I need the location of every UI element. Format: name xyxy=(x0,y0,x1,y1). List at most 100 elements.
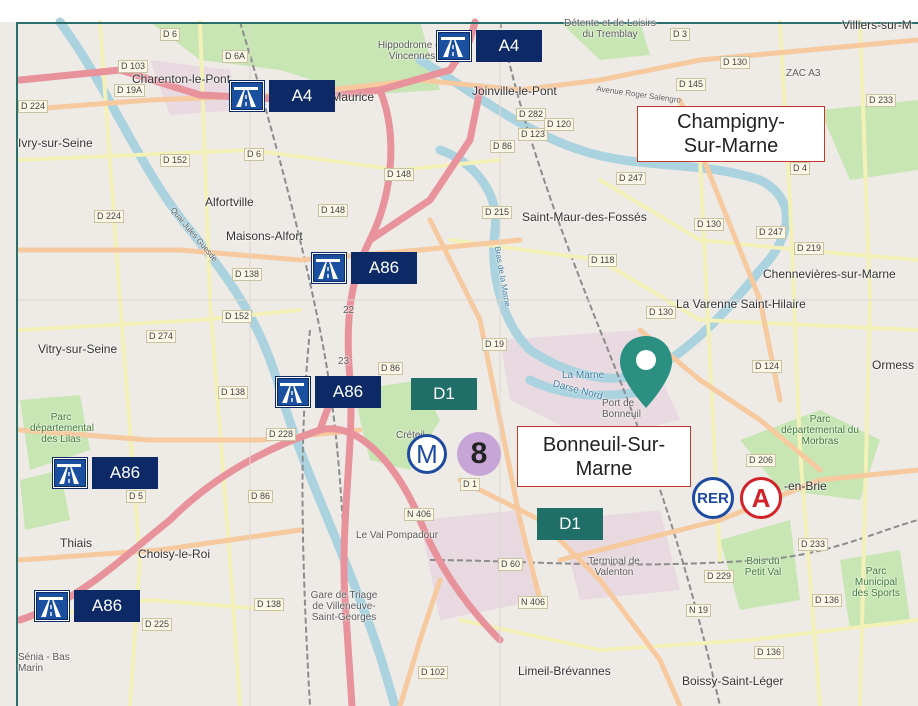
highway-marker-a86-mid[interactable]: A86 xyxy=(275,376,381,410)
place-label: Boissy-Saint-Léger xyxy=(682,674,784,688)
motorway-icon xyxy=(275,376,311,408)
place-label: Villiers-sur-M xyxy=(842,18,912,32)
motorway-icon xyxy=(311,252,347,284)
road-label: D 19A xyxy=(114,84,146,97)
place-label: Ivry-sur-Seine xyxy=(18,136,93,150)
map-pin-icon[interactable] xyxy=(618,334,674,410)
road-label: N 406 xyxy=(404,508,435,521)
road-label: D 136 xyxy=(754,646,785,659)
road-label: N 19 xyxy=(686,604,712,617)
place-label: Charenton-le-Pont xyxy=(132,72,231,86)
city-box-champigny[interactable]: Champigny- Sur-Marne xyxy=(637,106,825,162)
highway-marker-a86-bottom[interactable]: A86 xyxy=(34,590,140,624)
road-label: D 86 xyxy=(490,140,516,153)
road-label: D 148 xyxy=(384,168,415,181)
road-label: D 5 xyxy=(126,490,147,503)
motorway-icon xyxy=(34,590,70,622)
road-label: D 206 xyxy=(746,454,777,467)
park-label: Parc départemental des Lilas xyxy=(30,412,94,445)
rer-line-a-icon[interactable]: A xyxy=(740,477,782,519)
river-label: La Marne xyxy=(562,370,605,381)
road-label: D 224 xyxy=(94,210,125,223)
place-label: Thiais xyxy=(60,536,93,550)
place-label: Chennevières-sur-Marne xyxy=(763,267,896,281)
road-label: D 6A xyxy=(222,50,249,63)
city-name-line: Marne xyxy=(575,457,633,480)
city-name-line: Champigny- xyxy=(677,111,785,133)
highway-label: A4 xyxy=(269,80,335,112)
road-label: D 130 xyxy=(646,306,677,319)
city-box-bonneuil[interactable]: Bonneuil-Sur- Marne xyxy=(517,426,691,487)
highway-marker-a86-left[interactable]: A86 xyxy=(52,457,158,491)
road-label: D 224 xyxy=(18,100,49,113)
road-label: D 247 xyxy=(756,226,787,239)
road-label: D 229 xyxy=(704,570,735,583)
road-label: D 124 xyxy=(752,360,783,373)
place-label: Ormess xyxy=(872,358,914,372)
road-label: D 215 xyxy=(482,206,513,219)
place-label: Choisy-le-Roi xyxy=(138,547,211,561)
road-label: D 152 xyxy=(160,154,191,167)
place-label: Joinville-le-Pont xyxy=(472,84,557,98)
motorway-icon xyxy=(436,30,472,62)
road-marker-d1-upper[interactable]: D1 xyxy=(411,378,477,410)
road-label: D 3 xyxy=(670,28,691,41)
road-label: D 103 xyxy=(118,60,149,73)
place-label: Maisons-Alfort xyxy=(226,229,303,243)
place-label: Vitry-sur-Seine xyxy=(38,342,118,356)
highway-label: A86 xyxy=(92,457,158,489)
motorway-icon xyxy=(229,80,265,112)
poi-label: Terminal de Valenton xyxy=(588,556,640,578)
road-label: D 148 xyxy=(318,204,349,217)
motorway-icon xyxy=(52,457,88,489)
road-label: D 19 xyxy=(482,338,508,351)
road-label: D 120 xyxy=(544,118,575,131)
highway-marker-a4-top[interactable]: A4 xyxy=(436,30,542,64)
road-label: D 228 xyxy=(266,428,297,441)
highway-label: A86 xyxy=(351,252,417,284)
park-label: Parc Municipal des Sports xyxy=(852,566,900,599)
road-label: D 86 xyxy=(248,490,274,503)
highway-marker-a86-upper[interactable]: A86 xyxy=(311,252,417,286)
rer-icon[interactable]: RER xyxy=(692,477,734,519)
exit-label: 22 xyxy=(343,305,355,316)
exit-label: 23 xyxy=(338,356,350,367)
road-label: D 274 xyxy=(146,330,177,343)
highway-label: A86 xyxy=(74,590,140,622)
place-label: -en-Brie xyxy=(784,479,827,493)
road-label: D 219 xyxy=(794,242,825,255)
place-label: La Varenne Saint-Hilaire xyxy=(676,297,806,311)
highway-marker-a4-left[interactable]: A4 xyxy=(229,80,335,114)
road-label: D 145 xyxy=(676,78,707,91)
park-label: Bois du Petit Val xyxy=(744,556,782,578)
park-label: Parc départemental du Morbras xyxy=(781,414,859,447)
road-label: D 136 xyxy=(812,594,843,607)
road-label: D 4 xyxy=(790,162,811,175)
place-label: Le Val Pompadour xyxy=(356,530,439,541)
poi-label: Détente et de Loisirs du Tremblay xyxy=(564,18,656,40)
highway-label: A4 xyxy=(476,30,542,62)
road-label: N 406 xyxy=(518,596,549,609)
road-label: D 130 xyxy=(694,218,725,231)
road-label: D 233 xyxy=(866,94,897,107)
road-label: D 138 xyxy=(254,598,285,611)
road-label: D 118 xyxy=(588,254,618,267)
road-label: D 60 xyxy=(498,558,524,571)
map-canvas[interactable]: Charenton-le-Pont Saint-Maurice Joinvill… xyxy=(0,0,918,706)
metro-line-8-icon[interactable]: 8 xyxy=(457,432,501,476)
poi-label: Sénia - Bas Marin xyxy=(18,652,70,674)
road-label: D 86 xyxy=(378,362,404,375)
road-label: D 247 xyxy=(616,172,647,185)
road-label: D 6 xyxy=(160,28,181,41)
road-label: D 102 xyxy=(418,666,449,679)
place-label: Limeil-Brévannes xyxy=(518,664,611,678)
road-label: D 138 xyxy=(232,268,263,281)
place-label: Saint-Maur-des-Fossés xyxy=(522,210,647,224)
poi-label: Gare de Triage de Villeneuve-Saint-Georg… xyxy=(310,590,378,623)
metro-icon[interactable]: M xyxy=(407,434,447,474)
road-label: D 233 xyxy=(798,538,829,551)
road-marker-d1-lower[interactable]: D1 xyxy=(537,508,603,540)
road-label: D 130 xyxy=(720,56,751,69)
road-label: D 225 xyxy=(142,618,173,631)
road-label: D 1 xyxy=(460,478,481,491)
